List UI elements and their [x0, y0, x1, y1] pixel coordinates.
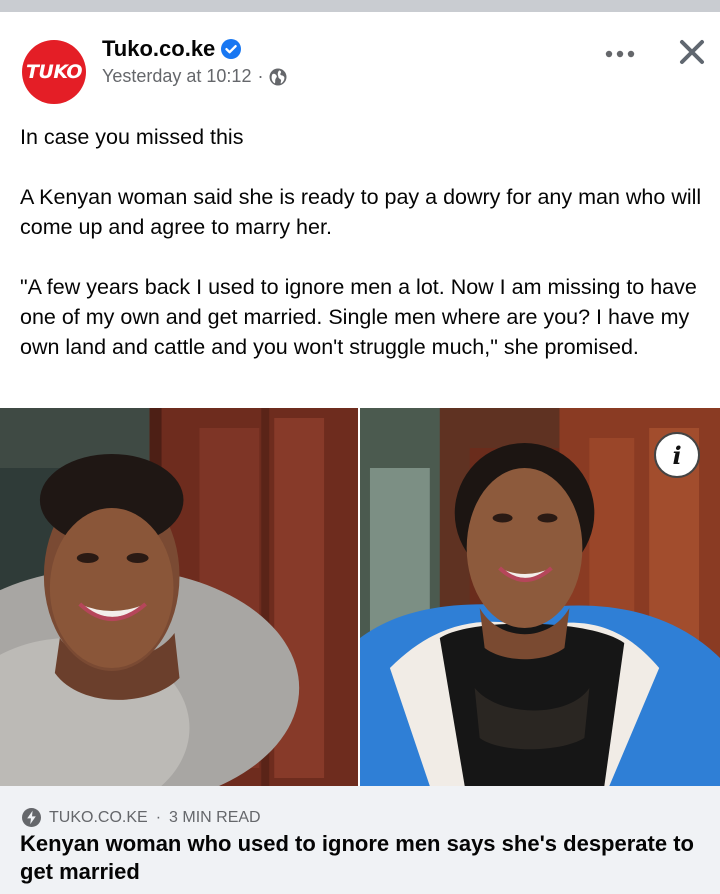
verified-badge-icon	[221, 39, 242, 59]
post-timestamp[interactable]: Yesterday at 10:12	[102, 66, 251, 87]
photo-left[interactable]	[0, 408, 358, 786]
post-body: In case you missed this A Kenyan woman s…	[20, 122, 710, 362]
link-read-time: 3 MIN READ	[169, 808, 261, 826]
link-source: TUKO.CO.KE	[49, 808, 148, 826]
post-header: TUKO Tuko.co.ke Yesterday at 10:12 ·	[0, 12, 720, 112]
info-button[interactable]: i	[654, 432, 700, 478]
post-paragraph: In case you missed this	[20, 125, 244, 149]
close-icon	[680, 40, 704, 64]
post-meta: Yesterday at 10:12 ·	[102, 66, 287, 87]
top-divider	[0, 0, 720, 12]
more-options-icon	[605, 50, 635, 58]
link-preview[interactable]: TUKO.CO.KE · 3 MIN READ Kenyan woman who…	[0, 786, 720, 894]
avatar-logo-text: TUKO	[25, 61, 83, 83]
woman-portrait-left-image	[0, 408, 358, 786]
post-paragraph: "A few years back I used to ignore men a…	[20, 275, 697, 359]
globe-icon	[269, 68, 287, 85]
close-button[interactable]	[672, 32, 712, 72]
page-avatar[interactable]: TUKO	[22, 40, 86, 104]
info-icon: i	[672, 440, 682, 470]
more-options-button[interactable]	[602, 36, 638, 72]
link-source-row: TUKO.CO.KE · 3 MIN READ	[22, 808, 261, 827]
meta-separator: ·	[257, 66, 264, 86]
page-name-row: Tuko.co.ke	[102, 36, 242, 62]
link-title[interactable]: Kenyan woman who used to ignore men says…	[20, 830, 700, 886]
lightning-bolt-icon	[22, 808, 41, 827]
link-separator: ·	[155, 808, 162, 826]
post-paragraph: A Kenyan woman said she is ready to pay …	[20, 185, 702, 239]
post-image[interactable]	[0, 408, 720, 786]
page-name[interactable]: Tuko.co.ke	[102, 36, 215, 62]
